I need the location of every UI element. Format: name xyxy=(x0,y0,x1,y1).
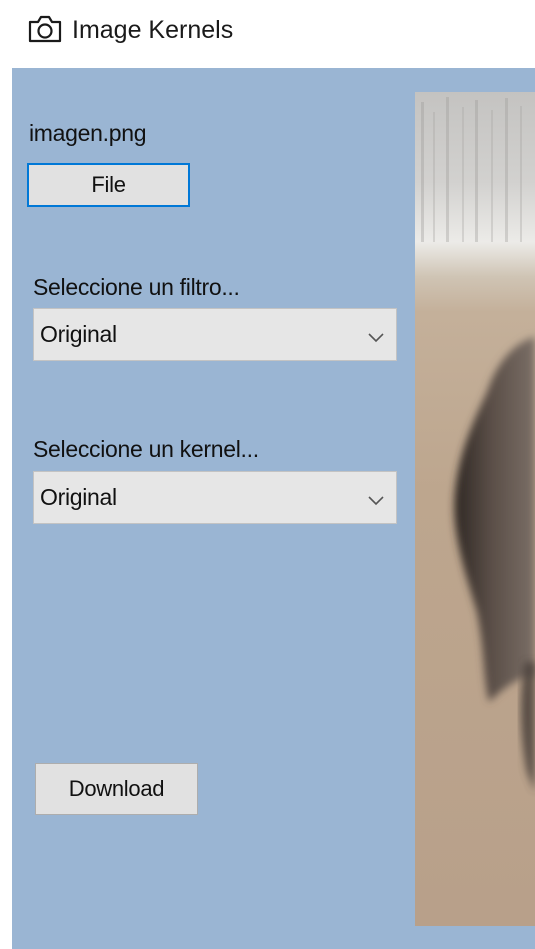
title-bar[interactable]: Image Kernels xyxy=(0,0,535,68)
camera-icon xyxy=(27,14,63,44)
chevron-down-icon xyxy=(368,330,384,342)
file-button[interactable]: File xyxy=(27,163,190,207)
image-preview xyxy=(415,92,535,926)
filter-dropdown-value: Original xyxy=(40,321,117,347)
main-panel: imagen.png File Seleccione un filtro... … xyxy=(12,68,535,949)
kernel-dropdown[interactable]: Original xyxy=(33,471,397,524)
filter-label: Seleccione un filtro... xyxy=(33,274,240,300)
chevron-down-icon xyxy=(368,493,384,505)
download-button[interactable]: Download xyxy=(35,763,198,815)
filename-label: imagen.png xyxy=(29,120,147,146)
window-title: Image Kernels xyxy=(72,16,234,44)
kernel-dropdown-value: Original xyxy=(40,484,117,510)
kernel-label: Seleccione un kernel... xyxy=(33,436,259,462)
filter-dropdown[interactable]: Original xyxy=(33,308,397,361)
app-window: Image Kernels imagen.png File Seleccione… xyxy=(0,0,535,949)
